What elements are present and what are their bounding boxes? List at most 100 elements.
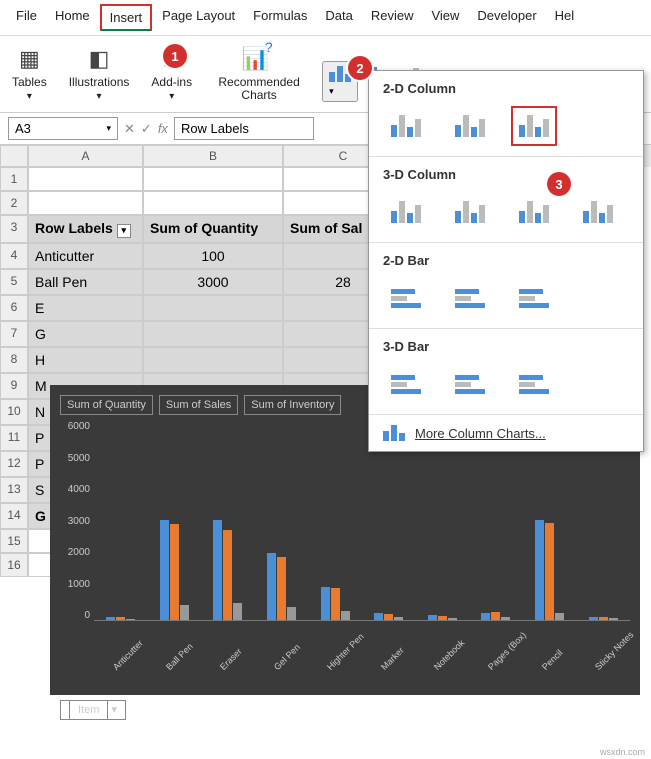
- x-tick: Ball Pen: [164, 651, 185, 672]
- ribbon-illustrations[interactable]: ◧ Illustrations▾: [65, 46, 134, 102]
- bar: [106, 617, 115, 620]
- row-header[interactable]: 7: [0, 321, 28, 347]
- row-header[interactable]: 2: [0, 191, 28, 215]
- chart-type-option[interactable]: [383, 192, 429, 232]
- pivot-header-cell[interactable]: Row Labels▾: [28, 215, 143, 243]
- row-header[interactable]: 16: [0, 553, 28, 577]
- row-header[interactable]: 13: [0, 477, 28, 503]
- menu-home[interactable]: Home: [47, 4, 98, 31]
- bar-chart-icon: [455, 375, 485, 394]
- menu-insert[interactable]: Insert: [100, 4, 153, 31]
- chart-type-option[interactable]: [575, 192, 621, 232]
- menu-data[interactable]: Data: [317, 4, 360, 31]
- bar-group: [481, 612, 510, 620]
- cell[interactable]: [143, 191, 283, 215]
- chart-type-option[interactable]: [447, 364, 493, 404]
- ribbon-label: Recommended Charts: [214, 76, 304, 102]
- pivot-data-cell[interactable]: 100: [143, 243, 283, 269]
- chart-type-option[interactable]: [383, 364, 429, 404]
- bar: [277, 557, 286, 620]
- row-header[interactable]: 1: [0, 167, 28, 191]
- bar: [491, 612, 500, 620]
- row-header[interactable]: 4: [0, 243, 28, 269]
- row-header[interactable]: 8: [0, 347, 28, 373]
- chevron-down-icon: ▾: [27, 91, 32, 102]
- bar-group: [589, 617, 618, 620]
- bar: [287, 607, 296, 620]
- pivot-data-cell[interactable]: G: [28, 321, 143, 347]
- row-header[interactable]: 10: [0, 399, 28, 425]
- bar-group: [160, 520, 189, 620]
- pivot-data-cell[interactable]: H: [28, 347, 143, 373]
- chart-type-option[interactable]: [383, 278, 429, 318]
- row-header[interactable]: 9: [0, 373, 28, 399]
- chart-type-option[interactable]: [511, 364, 557, 404]
- pivot-header-cell[interactable]: Sum of Quantity: [143, 215, 283, 243]
- chart-y-axis: 6000500040003000200010000: [60, 421, 94, 621]
- row-header[interactable]: 5: [0, 269, 28, 295]
- cell[interactable]: [28, 191, 143, 215]
- menu-formulas[interactable]: Formulas: [245, 4, 315, 31]
- name-box-value: A3: [15, 121, 31, 136]
- row-header[interactable]: 3: [0, 215, 28, 243]
- column-header[interactable]: B: [143, 145, 283, 167]
- chart-field-button[interactable]: Item ▾: [60, 700, 126, 720]
- column-chart-icon: [455, 201, 485, 223]
- pivot-data-cell[interactable]: E: [28, 295, 143, 321]
- pivot-data-cell[interactable]: [143, 321, 283, 347]
- legend-item[interactable]: Sum of Quantity: [60, 395, 153, 415]
- row-header[interactable]: 14: [0, 503, 28, 529]
- pivot-data-cell[interactable]: [143, 347, 283, 373]
- chart-type-option[interactable]: [447, 106, 493, 146]
- pivot-data-cell[interactable]: 3000: [143, 269, 283, 295]
- bar: [126, 619, 135, 620]
- chart-section-title: 3-D Bar: [383, 339, 629, 354]
- formula-input[interactable]: Row Labels: [174, 117, 314, 140]
- chart-type-option[interactable]: [447, 192, 493, 232]
- menu-help[interactable]: Hel: [547, 4, 583, 31]
- ribbon-recommended-charts[interactable]: 📊? Recommended Charts: [210, 46, 308, 102]
- chart-type-option[interactable]: [511, 192, 557, 232]
- x-tick: Pages (Box): [486, 651, 507, 672]
- pivot-data-cell[interactable]: Anticutter: [28, 243, 143, 269]
- chevron-down-icon: ▾: [106, 123, 111, 134]
- pivot-data-cell[interactable]: Ball Pen: [28, 269, 143, 295]
- cancel-icon[interactable]: ✕: [124, 121, 135, 137]
- chart-type-option[interactable]: [383, 106, 429, 146]
- chart-type-option[interactable]: [511, 278, 557, 318]
- filter-icon[interactable]: ▾: [117, 224, 131, 238]
- x-tick: Anticutter: [111, 651, 132, 672]
- menu-view[interactable]: View: [423, 4, 467, 31]
- more-column-charts[interactable]: More Column Charts...: [369, 415, 643, 451]
- x-tick: Gel Pen: [272, 651, 293, 672]
- bar: [501, 617, 510, 620]
- legend-item[interactable]: Sum of Sales: [159, 395, 238, 415]
- table-icon: ▦: [19, 46, 40, 72]
- row-header[interactable]: 15: [0, 529, 28, 553]
- bar: [160, 520, 169, 620]
- legend-item[interactable]: Sum of Inventory: [244, 395, 341, 415]
- cell[interactable]: [143, 167, 283, 191]
- menu-pagelayout[interactable]: Page Layout: [154, 4, 243, 31]
- accept-icon[interactable]: ✓: [141, 121, 152, 137]
- chart-type-option[interactable]: [447, 278, 493, 318]
- bar: [341, 611, 350, 620]
- chevron-down-icon: ▾: [169, 91, 174, 102]
- select-all-corner[interactable]: [0, 145, 28, 167]
- fx-icon[interactable]: fx: [158, 121, 168, 137]
- ribbon-tables[interactable]: ▦ Tables▾: [8, 46, 51, 102]
- column-chart-icon: [383, 425, 405, 441]
- bar: [555, 613, 564, 620]
- cell[interactable]: [28, 167, 143, 191]
- row-header[interactable]: 6: [0, 295, 28, 321]
- column-header[interactable]: A: [28, 145, 143, 167]
- y-tick: 6000: [60, 421, 90, 432]
- row-header[interactable]: 12: [0, 451, 28, 477]
- name-box[interactable]: A3 ▾: [8, 117, 118, 140]
- menu-file[interactable]: File: [8, 4, 45, 31]
- chart-type-option[interactable]: [511, 106, 557, 146]
- pivot-data-cell[interactable]: [143, 295, 283, 321]
- menu-developer[interactable]: Developer: [469, 4, 544, 31]
- menu-review[interactable]: Review: [363, 4, 422, 31]
- row-header[interactable]: 11: [0, 425, 28, 451]
